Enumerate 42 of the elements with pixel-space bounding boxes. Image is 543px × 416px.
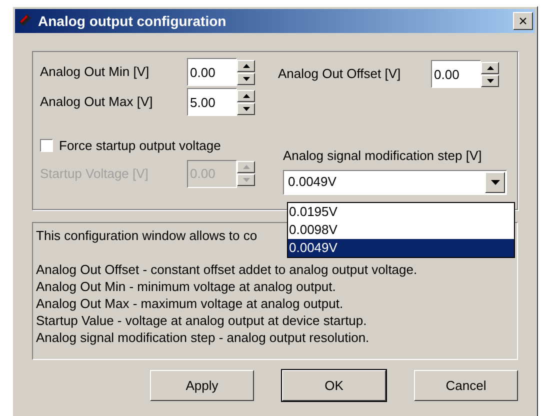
spin-field[interactable]: 0.00 xyxy=(187,58,237,86)
info-text: Analog signal modification step - analog output resolution. xyxy=(36,329,370,346)
spin-down-button[interactable] xyxy=(481,74,499,86)
info-text: Analog Out Min - minimum voltage at analog output. xyxy=(36,278,336,295)
info-text: This configuration window allows to co xyxy=(36,227,258,244)
dropdown-option[interactable]: 0.0049V xyxy=(288,239,514,257)
checkbox-label: Force startup output voltage xyxy=(59,137,221,155)
caret-icon xyxy=(490,180,500,184)
dialog-button[interactable]: Apply xyxy=(150,370,254,401)
spin-down-button[interactable] xyxy=(237,174,255,186)
field-label: Analog Out Min [V] xyxy=(40,63,150,82)
down-arrow-icon xyxy=(486,78,494,82)
spin-up-button[interactable] xyxy=(237,90,255,102)
spin-up-button[interactable] xyxy=(237,161,255,173)
spin-up-button[interactable] xyxy=(237,60,255,72)
combo-label: Analog signal modification step [V] xyxy=(283,147,483,165)
field-label: Analog Out Max [V] xyxy=(40,93,154,112)
checkbox[interactable] xyxy=(40,139,53,152)
info-text: Analog Out Max - maximum voltage at analog output. xyxy=(36,295,344,312)
down-arrow-icon xyxy=(242,178,250,182)
spin-field[interactable]: 5.00 xyxy=(187,88,237,116)
info-text: Startup Value - voltage at analog output at device startup. xyxy=(36,312,367,329)
window-title: Analog output configuration xyxy=(38,12,226,31)
up-arrow-icon xyxy=(242,64,250,68)
combo-box[interactable]: 0.0049V xyxy=(283,170,507,194)
dialog-button[interactable]: Cancel xyxy=(414,370,518,401)
info-text: Analog Out Offset - constant offset addet to analog output voltage. xyxy=(36,261,418,278)
up-arrow-icon xyxy=(242,165,250,169)
up-arrow-icon xyxy=(242,94,250,98)
close-button[interactable]: × xyxy=(513,12,533,30)
dropdown-option[interactable]: 0.0098V xyxy=(288,221,514,239)
dropdown-option[interactable]: 0.0195V xyxy=(288,203,514,221)
dialog-button[interactable]: OK xyxy=(282,370,386,401)
down-arrow-icon xyxy=(242,76,250,80)
spin-down-button[interactable] xyxy=(237,72,255,84)
dropdown-button[interactable] xyxy=(485,172,505,192)
down-arrow-icon xyxy=(242,106,250,110)
spin-up-button[interactable] xyxy=(481,62,499,74)
up-arrow-icon xyxy=(486,66,494,70)
field-label: Analog Out Offset [V] xyxy=(278,65,402,84)
spin-field[interactable]: 0.00 xyxy=(431,60,481,88)
spin-down-button[interactable] xyxy=(237,102,255,114)
